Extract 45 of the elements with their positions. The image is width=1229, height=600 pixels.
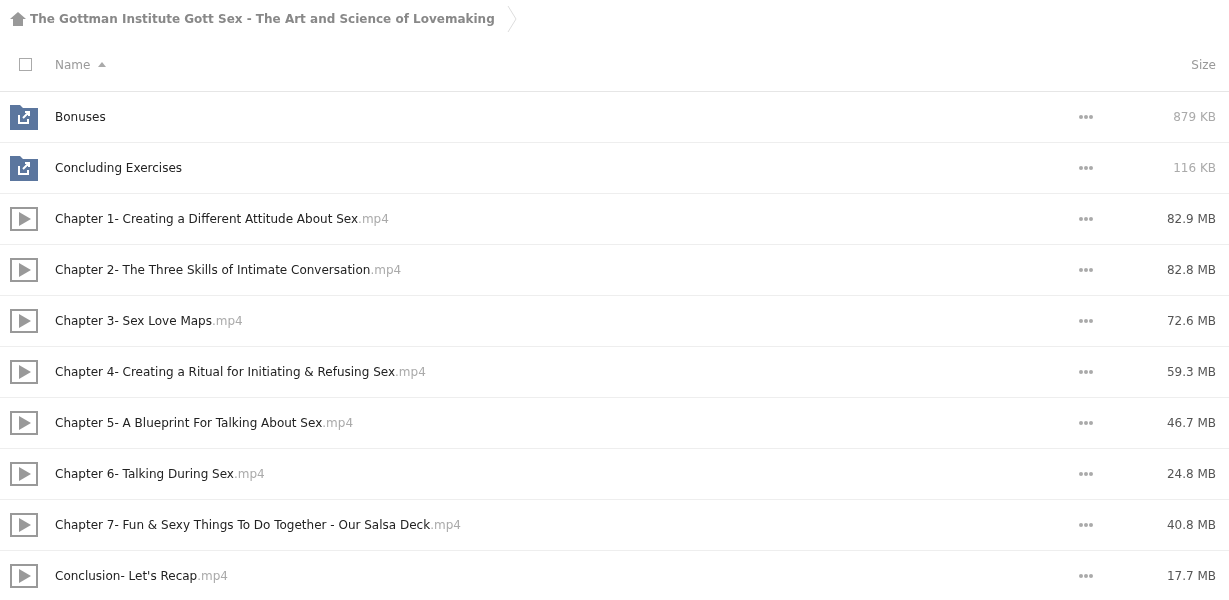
breadcrumb-separator-icon: [506, 5, 517, 33]
video-file-icon[interactable]: [10, 564, 38, 588]
more-options-icon[interactable]: [1079, 574, 1093, 578]
file-name[interactable]: Conclusion- Let's Recap.mp4: [55, 569, 228, 583]
file-size: 82.8 MB: [1165, 263, 1216, 277]
file-size: 879 KB: [1172, 110, 1216, 124]
file-size: 46.7 MB: [1165, 416, 1216, 430]
file-name[interactable]: Chapter 6- Talking During Sex.mp4: [55, 467, 265, 481]
more-options-icon[interactable]: [1079, 319, 1093, 323]
file-name[interactable]: Chapter 2- The Three Skills of Intimate Conversation.mp4: [55, 263, 402, 277]
video-file-icon[interactable]: [10, 360, 38, 384]
shared-folder-icon[interactable]: [10, 155, 38, 181]
video-file-icon[interactable]: [10, 462, 38, 486]
file-size: 59.3 MB: [1165, 365, 1216, 379]
file-size: 40.8 MB: [1165, 518, 1216, 532]
file-size: 116 KB: [1172, 161, 1216, 175]
file-size: 17.7 MB: [1165, 569, 1216, 583]
more-options-icon[interactable]: [1079, 472, 1093, 476]
more-options-icon[interactable]: [1079, 217, 1093, 221]
sort-ascending-icon[interactable]: [98, 62, 107, 67]
video-file-icon[interactable]: [10, 411, 38, 435]
video-file-icon[interactable]: [10, 207, 38, 231]
file-name[interactable]: Chapter 3- Sex Love Maps.mp4: [55, 314, 243, 328]
file-name[interactable]: Chapter 7- Fun & Sexy Things To Do Together - Our Salsa Deck.mp4: [55, 518, 461, 532]
file-name[interactable]: Chapter 4- Creating a Ritual for Initiating & Refusing Sex.mp4: [55, 365, 426, 379]
breadcrumb-link[interactable]: The Gottman Institute Gott Sex - The Art and Science of Lovemaking: [30, 12, 495, 26]
more-options-icon[interactable]: [1079, 115, 1093, 119]
more-options-icon[interactable]: [1079, 268, 1093, 272]
file-name[interactable]: Chapter 5- A Blueprint For Talking About Sex.mp4: [55, 416, 354, 430]
video-file-icon[interactable]: [10, 258, 38, 282]
file-size: 24.8 MB: [1165, 467, 1216, 481]
file-name[interactable]: Bonuses: [55, 110, 106, 124]
file-size: 72.6 MB: [1165, 314, 1216, 328]
more-options-icon[interactable]: [1079, 421, 1093, 425]
file-size: 82.9 MB: [1165, 212, 1216, 226]
more-options-icon[interactable]: [1079, 523, 1093, 527]
select-all-checkbox[interactable]: [19, 58, 32, 71]
more-options-icon[interactable]: [1079, 166, 1093, 170]
video-file-icon[interactable]: [10, 309, 38, 333]
home-icon[interactable]: [10, 12, 26, 26]
video-file-icon[interactable]: [10, 513, 38, 537]
file-name[interactable]: Chapter 1- Creating a Different Attitude About Sex.mp4: [55, 212, 389, 226]
file-name[interactable]: Concluding Exercises: [55, 161, 183, 175]
more-options-icon[interactable]: [1079, 370, 1093, 374]
shared-folder-icon[interactable]: [10, 104, 38, 130]
